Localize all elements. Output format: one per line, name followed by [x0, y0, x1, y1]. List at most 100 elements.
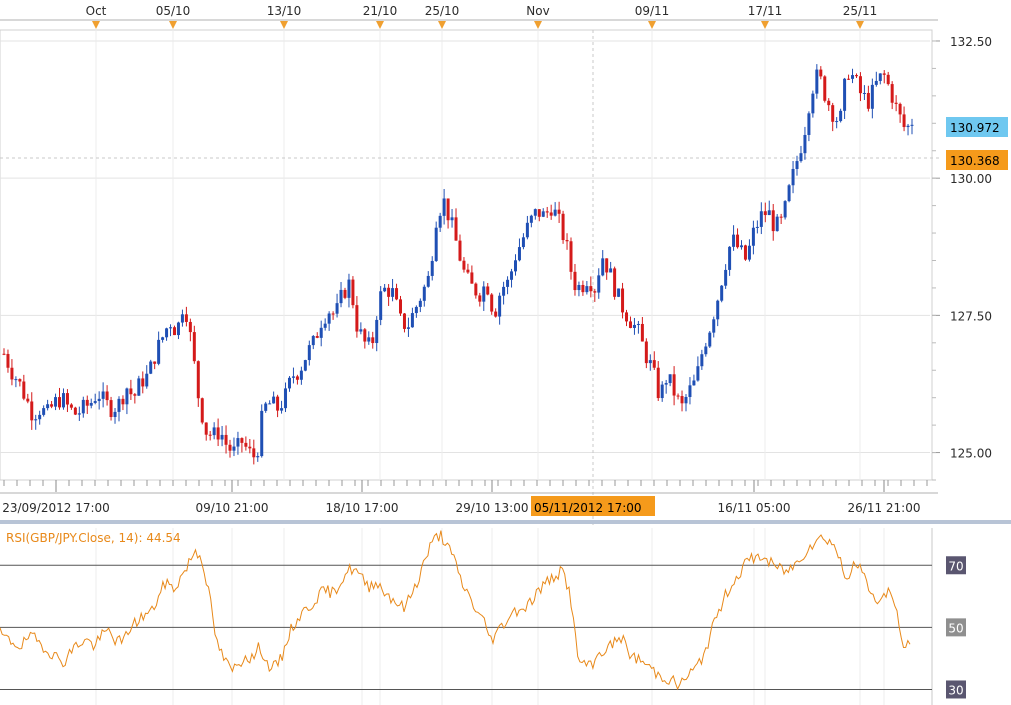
candle-body	[38, 414, 42, 420]
candle-body	[145, 373, 149, 387]
candle-body	[422, 286, 426, 301]
candle-body	[232, 446, 236, 451]
candle-body	[831, 105, 835, 122]
candle-body	[664, 383, 668, 385]
candle-body	[113, 411, 117, 418]
candle-body	[771, 210, 775, 232]
price-y-tick-label: 125.00	[950, 447, 992, 461]
candle-body	[466, 269, 470, 273]
candle-body	[153, 361, 157, 364]
candle-body	[188, 321, 192, 333]
candle-body	[85, 399, 89, 406]
candle-body	[81, 399, 85, 414]
candle-body	[141, 378, 145, 387]
candle-body	[541, 211, 545, 217]
candle-body	[335, 303, 339, 314]
candle-body	[684, 396, 688, 404]
candle-body	[502, 286, 506, 296]
candle-body	[244, 442, 248, 447]
candle-body	[311, 336, 315, 346]
candle-body	[363, 329, 367, 342]
candle-body	[65, 393, 69, 405]
candle-body	[708, 332, 712, 347]
candle-body	[597, 275, 601, 293]
candle-body	[228, 444, 232, 451]
candle-body	[628, 321, 632, 328]
candle-body	[216, 427, 220, 440]
candle-body	[573, 271, 577, 291]
candle-body	[264, 403, 268, 411]
candle-body	[755, 226, 759, 228]
candle-body	[109, 400, 113, 418]
candle-body	[2, 353, 6, 355]
candle-body	[870, 84, 874, 109]
gbpjpy-chart[interactable]: Oct 05/10 13/10 21/10 25/10 Nov 09/11 17/11 25/1…	[0, 0, 1011, 705]
candle-body	[605, 258, 609, 273]
bottom-date-label: 18/10 17:00	[326, 501, 399, 515]
candle-body	[866, 92, 870, 109]
candle-body	[795, 161, 799, 169]
candle-body	[450, 217, 454, 221]
candle-body	[882, 73, 886, 75]
candle-body	[819, 69, 823, 77]
candle-body	[648, 360, 652, 364]
candle-body	[303, 360, 307, 371]
candle-body	[125, 388, 129, 405]
candle-body	[375, 319, 379, 344]
candle-body	[347, 279, 351, 298]
candle-body	[696, 366, 700, 381]
candle-body	[430, 260, 434, 276]
candle-body	[446, 198, 450, 221]
candle-body	[184, 314, 188, 322]
top-date-label: 25/11	[843, 4, 878, 18]
candle-body	[803, 134, 807, 154]
candle-body	[315, 336, 319, 338]
candle-body	[42, 408, 46, 415]
candle-body	[260, 410, 264, 457]
candle-body	[660, 384, 664, 399]
candle-body	[454, 217, 458, 241]
candle-body	[799, 153, 803, 162]
candle-body	[34, 419, 38, 421]
candle-body	[688, 385, 692, 397]
candle-body	[30, 401, 34, 421]
candle-body	[319, 327, 323, 338]
candle-body	[287, 377, 291, 389]
candle-body	[426, 275, 430, 287]
candle-body	[22, 381, 26, 399]
candle-body	[732, 234, 736, 247]
candle-body	[787, 185, 791, 202]
candle-body	[77, 413, 81, 415]
candle-body	[402, 313, 406, 329]
chart-canvas[interactable]: Oct 05/10 13/10 21/10 25/10 Nov 09/11 17/11 25/1…	[0, 0, 1011, 705]
candle-body	[510, 271, 514, 280]
candle-body	[640, 323, 644, 342]
candle-body	[121, 398, 125, 405]
candle-body	[339, 289, 343, 304]
bottom-date-label: 09/10 21:00	[196, 501, 269, 515]
candle-body	[525, 222, 529, 238]
candle-body	[779, 216, 783, 218]
candle-body	[878, 73, 882, 81]
candle-body	[517, 247, 521, 261]
candle-body	[854, 75, 858, 77]
candle-body	[692, 380, 696, 386]
candle-body	[399, 299, 403, 314]
top-date-label: 17/11	[748, 4, 783, 18]
candle-body	[327, 313, 331, 324]
candle-body	[196, 361, 200, 399]
candle-body	[636, 323, 640, 325]
candle-body	[521, 237, 525, 248]
panel-separator[interactable]	[0, 520, 1011, 524]
candle-body	[621, 288, 625, 313]
candle-body	[291, 376, 295, 378]
candle-body	[811, 93, 815, 114]
candle-body	[494, 311, 498, 317]
candle-body	[161, 337, 165, 340]
candle-body	[529, 215, 533, 223]
candle-body	[902, 114, 906, 128]
candle-body	[668, 374, 672, 384]
candle-body	[323, 323, 327, 328]
candle-body	[847, 78, 851, 80]
candle-body	[815, 69, 819, 94]
